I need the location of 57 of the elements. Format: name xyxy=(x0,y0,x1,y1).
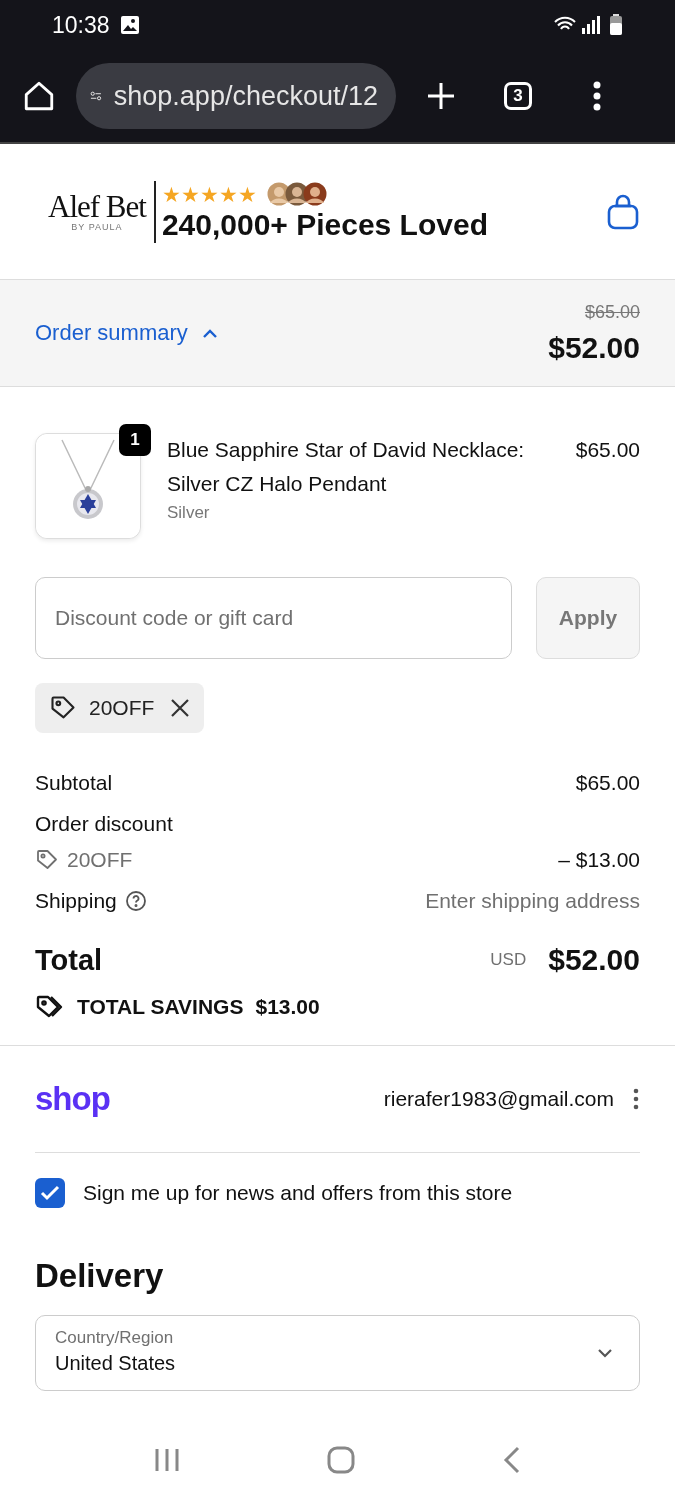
signal-icon xyxy=(581,15,601,35)
discounted-price: $52.00 xyxy=(548,330,640,365)
shop-logo: shop xyxy=(35,1080,110,1118)
shopping-bag-icon[interactable] xyxy=(607,193,639,230)
total-savings-value: $13.00 xyxy=(255,995,320,1019)
star-icon: ★ xyxy=(218,183,238,205)
avatar-icon xyxy=(302,182,327,206)
shipping-value: Enter shipping address xyxy=(425,889,640,913)
account-email: rierafer1983@gmail.com xyxy=(383,1087,614,1111)
help-icon[interactable] xyxy=(124,890,147,912)
address-bar[interactable]: shop.app/checkout/12 xyxy=(76,63,396,129)
subtotal-value: $65.00 xyxy=(575,771,640,795)
original-price: $65.00 xyxy=(583,301,640,323)
logo-subtitle: BY PAULA xyxy=(71,222,123,232)
home-button[interactable] xyxy=(22,79,56,113)
star-icon: ★ xyxy=(199,183,219,205)
star-icon: ★ xyxy=(180,183,200,205)
apply-button[interactable]: Apply xyxy=(536,577,640,659)
total-label: Total xyxy=(35,943,103,977)
discount-code: 20OFF xyxy=(89,696,155,720)
chevron-down-icon xyxy=(597,1348,613,1358)
quantity-badge: 1 xyxy=(119,424,151,456)
url-text: shop.app/checkout/12 xyxy=(113,80,378,112)
newsletter-label: Sign me up for news and offers from this store xyxy=(83,1181,513,1205)
menu-button[interactable] xyxy=(592,81,602,111)
order-summary-toggle[interactable]: Order summary xyxy=(35,320,218,346)
star-icon: ★ xyxy=(161,183,181,205)
store-logo[interactable]: Alef Bet xyxy=(48,191,146,222)
new-tab-button[interactable] xyxy=(426,81,456,111)
chevron-icon xyxy=(201,328,218,338)
image-icon xyxy=(119,15,140,35)
checkmark-icon xyxy=(40,1185,60,1201)
discount-label: Order discount xyxy=(35,812,173,836)
shipping-label: Shipping xyxy=(35,889,117,913)
product-price: $65.00 xyxy=(575,437,640,463)
newsletter-checkbox[interactable] xyxy=(35,1178,65,1208)
product-variant: Silver xyxy=(167,503,211,523)
clock-time: 10:38 xyxy=(52,11,110,39)
product-name: Blue Sapphire Star of David Necklace: Silver CZ Halo Pendant xyxy=(167,437,526,497)
battery-icon xyxy=(609,14,623,36)
remove-button[interactable] xyxy=(170,698,191,718)
total-value: $52.00 xyxy=(548,943,640,977)
discount-code-field[interactable]: Discount code or gift card xyxy=(35,577,512,659)
tab-count-button[interactable]: 3 xyxy=(504,82,532,110)
discount-code: 20OFF xyxy=(67,848,133,872)
star-icon: ★ xyxy=(237,183,257,205)
tag-icon xyxy=(35,848,59,872)
recent-apps-button[interactable] xyxy=(153,1447,182,1473)
delivery-heading: Delivery xyxy=(35,1257,165,1295)
country-select[interactable]: Country/Region United States xyxy=(35,1315,640,1391)
store-tagline: 240,000+ Pieces Loved xyxy=(161,208,488,241)
currency-code: USD xyxy=(490,950,527,970)
discount-amount: – $13.00 xyxy=(558,848,640,872)
total-savings-label: TOTAL SAVINGS xyxy=(77,995,244,1019)
more-options-icon[interactable] xyxy=(632,1088,640,1110)
back-button[interactable] xyxy=(501,1446,522,1474)
subtotal-label: Subtotal xyxy=(35,771,113,795)
